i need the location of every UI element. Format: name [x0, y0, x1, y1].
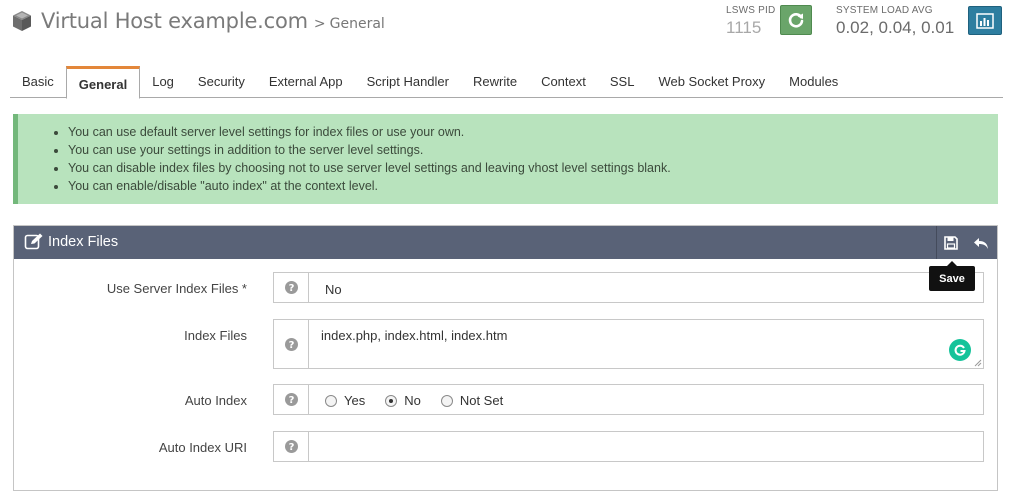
lsws-pid-label: LSWS PID: [726, 5, 776, 16]
edit-icon: [24, 233, 43, 250]
index-files-textarea[interactable]: index.php, index.html, index.htm: [308, 319, 984, 369]
use-server-index-files-label: Use Server Index Files *: [106, 281, 247, 296]
radio-option-yes[interactable]: Yes: [325, 393, 365, 408]
alert-item: You can use default server level setting…: [68, 123, 998, 141]
resize-handle-icon[interactable]: [974, 359, 982, 367]
radio-group: Yes No Not Set: [325, 393, 523, 408]
undo-icon: [974, 238, 988, 249]
tab-modules[interactable]: Modules: [777, 66, 850, 97]
lsws-pid-value: 1115: [726, 18, 762, 37]
alert-item: You can enable/disable "auto index" at t…: [68, 177, 998, 195]
tab-bar: Basic General Log Security External App …: [10, 66, 1003, 99]
refresh-icon: [788, 12, 804, 28]
tab-external-app[interactable]: External App: [257, 66, 355, 97]
page-title-wrap: Virtual Host example.com > General: [12, 9, 385, 33]
stats-button[interactable]: [968, 6, 1002, 35]
panel-title-text: Index Files: [48, 233, 119, 250]
system-load-label: SYSTEM LOAD AVG: [836, 5, 933, 16]
tab-log[interactable]: Log: [140, 66, 186, 97]
alert-list: You can use default server level setting…: [68, 123, 998, 195]
svg-text:?: ?: [288, 283, 294, 294]
radio-button[interactable]: [440, 394, 453, 407]
tab-general[interactable]: General: [65, 66, 141, 99]
alert-item: You can use your settings in addition to…: [68, 141, 998, 159]
radio-button[interactable]: [325, 394, 337, 407]
tab-context[interactable]: Context: [529, 66, 598, 97]
alert-item: You can disable index files by choosing …: [68, 159, 998, 177]
auto-index-radio-group: Yes No Not Set: [308, 384, 984, 415]
system-load-value: 0.02, 0.04, 0.01: [836, 18, 955, 37]
tab-security[interactable]: Security: [186, 66, 257, 97]
use-server-index-files-select[interactable]: No: [308, 272, 984, 303]
radio-label: Yes: [344, 393, 366, 408]
restart-button[interactable]: [780, 5, 812, 35]
help-button[interactable]: ?: [273, 431, 309, 462]
tab-web-socket-proxy[interactable]: Web Socket Proxy: [646, 66, 777, 97]
tab-rewrite[interactable]: Rewrite: [461, 66, 529, 97]
lsws-pid: LSWS PID 1115: [726, 5, 776, 38]
question-icon: ?: [284, 440, 298, 453]
question-icon: ?: [284, 281, 298, 294]
help-button[interactable]: ?: [273, 319, 309, 369]
page-subtitle: General: [329, 16, 385, 32]
svg-text:?: ?: [288, 442, 294, 453]
panel-header: Index Files: [14, 226, 997, 259]
radio-label: No: [404, 393, 421, 408]
bar-chart-icon: [976, 12, 994, 29]
auto-index-label: Auto Index: [184, 393, 247, 408]
save-tooltip: Save: [929, 261, 975, 291]
question-icon: ?: [284, 393, 298, 406]
save-icon: [944, 236, 958, 250]
use-server-index-files-value: No: [325, 282, 342, 297]
info-alert: You can use default server level setting…: [13, 114, 998, 204]
radio-label: Not Set: [459, 393, 504, 408]
index-files-value: index.php, index.html, index.htm: [321, 328, 508, 343]
undo-button[interactable]: [969, 231, 993, 255]
system-load: SYSTEM LOAD AVG 0.02, 0.04, 0.01: [836, 5, 966, 38]
tab-basic[interactable]: Basic: [10, 66, 66, 97]
cube-icon: [13, 11, 31, 31]
grammarly-icon[interactable]: [949, 339, 971, 361]
question-icon: ?: [284, 337, 298, 351]
radio-option-not-set[interactable]: Not Set: [440, 393, 504, 408]
index-files-label: Index Files: [184, 328, 247, 343]
auto-index-uri-label: Auto Index URI: [158, 440, 247, 455]
tab-script-handler[interactable]: Script Handler: [355, 66, 461, 97]
radio-option-no[interactable]: No: [385, 393, 421, 408]
panel-title: Index Files: [24, 233, 118, 250]
page-title: Virtual Host example.com: [41, 9, 308, 33]
auto-index-uri-input[interactable]: [308, 431, 984, 462]
save-button[interactable]: [939, 231, 963, 255]
breadcrumb-separator: >: [313, 16, 326, 32]
tab-ssl[interactable]: SSL: [598, 66, 647, 97]
help-button[interactable]: ?: [273, 272, 309, 303]
help-button[interactable]: ?: [273, 384, 309, 415]
radio-button-checked[interactable]: [385, 394, 398, 407]
header: Virtual Host example.com > General LSWS …: [0, 0, 1010, 62]
svg-text:?: ?: [288, 340, 294, 351]
svg-text:?: ?: [288, 395, 294, 406]
header-divider: [936, 226, 937, 259]
